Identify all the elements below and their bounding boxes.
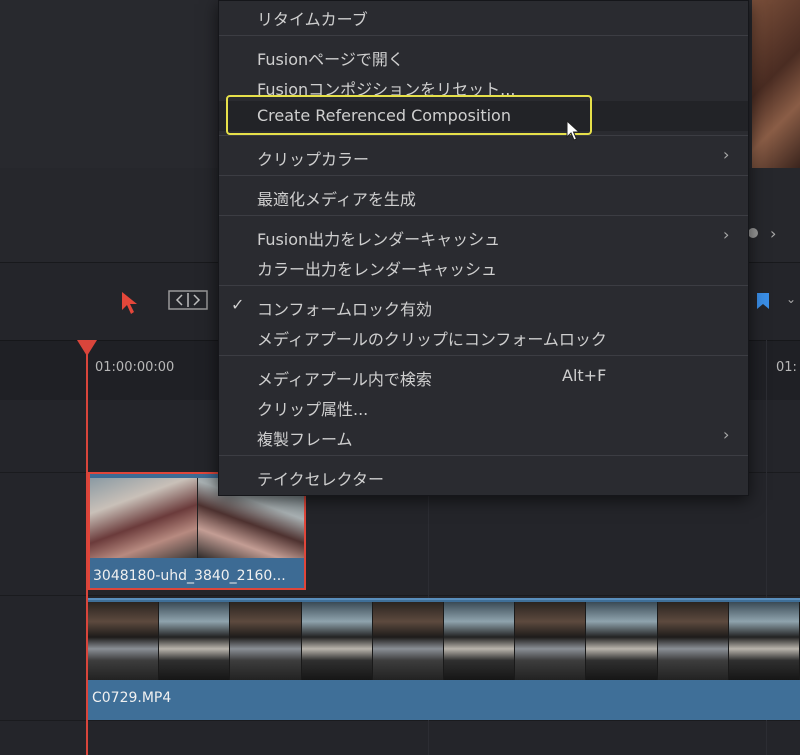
video-clip-c0729[interactable]: C0729.MP4 — [88, 598, 800, 720]
timecode-label-right: 01: — [776, 360, 797, 375]
menu-item-generate-optimized-media[interactable]: 最適化メディアを生成 — [219, 181, 748, 211]
chevron-down-icon[interactable]: ⌄ — [786, 292, 796, 306]
menu-item-open-in-fusion[interactable]: Fusionページで開く — [219, 41, 748, 71]
viewer-next-icon[interactable]: › — [770, 224, 776, 243]
chevron-right-icon: › — [723, 145, 730, 164]
menu-item-clip-color[interactable]: クリップカラー › — [219, 141, 748, 171]
chevron-right-icon: › — [723, 225, 730, 244]
trim-edit-icon[interactable] — [168, 288, 208, 312]
flag-icon[interactable] — [755, 292, 771, 316]
viewer-dot-icon[interactable] — [748, 228, 758, 238]
context-menu: リタイムカーブ Fusionページで開く Fusionコンポジションをリセット.… — [218, 0, 749, 496]
highlight-annotation — [226, 95, 592, 135]
viewer-preview-image — [752, 0, 800, 168]
clip-label: C0729.MP4 — [92, 690, 172, 706]
playhead-line[interactable] — [86, 350, 88, 755]
menu-item-find-in-media-pool[interactable]: メディアプール内で検索 Alt+F — [219, 361, 748, 391]
clip-thumbnail-strip — [88, 602, 800, 680]
menu-item-duplicate-frames[interactable]: 複製フレーム › — [219, 421, 748, 451]
chevron-right-icon: › — [723, 425, 730, 444]
mouse-cursor-icon — [566, 119, 582, 146]
menu-item-retime-curve[interactable]: リタイムカーブ — [219, 1, 748, 31]
menu-item-take-selector[interactable]: テイクセレクター — [219, 461, 748, 491]
menu-item-render-cache-color-output[interactable]: カラー出力をレンダーキャッシュ — [219, 251, 748, 281]
menu-item-clip-attributes[interactable]: クリップ属性... — [219, 391, 748, 421]
timecode-label: 01:00:00:00 — [95, 360, 175, 375]
menu-item-conform-lock-enabled[interactable]: ✓ コンフォームロック有効 — [219, 291, 748, 321]
menu-item-conform-lock-media-pool[interactable]: メディアプールのクリップにコンフォームロック — [219, 321, 748, 351]
menu-item-render-cache-fusion-output[interactable]: Fusion出力をレンダーキャッシュ › — [219, 221, 748, 251]
video-clip-label: 3048180-uhd_3840_2160... — [93, 568, 286, 584]
arrow-pointer-icon[interactable] — [120, 290, 140, 320]
checkmark-icon: ✓ — [231, 295, 245, 314]
shortcut-label: Alt+F — [562, 366, 607, 385]
playhead-handle[interactable] — [77, 340, 97, 356]
